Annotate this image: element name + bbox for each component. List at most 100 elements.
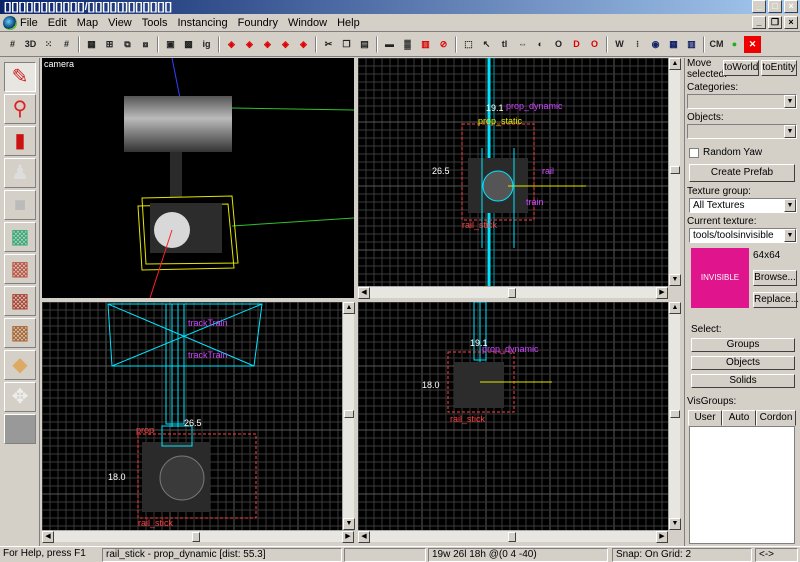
path-tool-icon[interactable] <box>4 414 36 444</box>
texture-group-combo[interactable]: All Textures ▼ <box>689 198 797 213</box>
side-viewport[interactable]: 19.1 prop_dynamic 18.0 rail_stick <box>358 302 668 530</box>
run-map-icon[interactable]: ▬ <box>381 36 398 53</box>
scroll-up-icon[interactable]: ▲ <box>669 302 681 314</box>
tab-cordon[interactable]: Cordon <box>756 410 796 426</box>
scroll-thumb[interactable] <box>192 532 200 542</box>
front-hscroll[interactable]: ◀ ▶ <box>42 530 354 543</box>
doc-restore-button[interactable]: ❐ <box>768 16 782 29</box>
cube-red-icon[interactable]: ◈ <box>223 36 240 53</box>
clip-icon[interactable]: ◐ <box>532 36 549 53</box>
copy-icon[interactable]: ❐ <box>338 36 355 53</box>
scroll-thumb[interactable] <box>508 532 516 542</box>
decal-tool-icon[interactable]: ▩ <box>4 286 36 316</box>
doc-close-button[interactable]: × <box>784 16 798 29</box>
cut-icon[interactable]: ✂ <box>320 36 337 53</box>
top-viewport[interactable]: 19.1 prop_dynamic prop_static 26.5 rail … <box>358 58 668 286</box>
front-vscroll[interactable]: ▲ ▼ <box>342 302 355 530</box>
hash-grid-icon[interactable]: # <box>58 36 75 53</box>
arrows-icon[interactable]: ⇔ <box>514 36 531 53</box>
random-yaw-checkbox[interactable] <box>689 148 699 158</box>
overlay-tool-icon[interactable]: ▩ <box>4 318 36 348</box>
scroll-left-icon[interactable]: ◀ <box>42 531 54 543</box>
texture-lock-icon[interactable]: ▩ <box>180 36 197 53</box>
no-entry-icon[interactable]: ⊘ <box>435 36 452 53</box>
block-tool-icon[interactable]: ■ <box>4 190 36 220</box>
grid-icon[interactable]: # <box>4 36 21 53</box>
sphere-icon[interactable]: ◉ <box>647 36 664 53</box>
top-vscroll[interactable]: ▲ ▼ <box>668 58 681 286</box>
menu-instancing[interactable]: Instancing <box>177 16 227 30</box>
menu-file[interactable]: File <box>20 16 38 30</box>
entity-tool-icon[interactable]: ♟ <box>4 158 36 188</box>
categories-combo[interactable]: ▼ <box>687 94 797 109</box>
toggle-models-icon[interactable]: ▓ <box>399 36 416 53</box>
menu-help[interactable]: Help <box>337 16 360 30</box>
to-entity-button[interactable]: toEntity <box>761 60 797 76</box>
apply-texture-icon[interactable]: ▩ <box>4 254 36 284</box>
scroll-right-icon[interactable]: ▶ <box>342 531 354 543</box>
replace-button[interactable]: Replace... <box>753 292 799 308</box>
scroll-right-icon[interactable]: ▶ <box>656 531 668 543</box>
tab-auto[interactable]: Auto <box>722 410 756 426</box>
scroll-down-icon[interactable]: ▼ <box>669 518 681 530</box>
grid-cube-icon[interactable]: ▦ <box>665 36 682 53</box>
solids-button[interactable]: Solids <box>691 374 795 388</box>
maximize-button[interactable]: □ <box>768 0 782 13</box>
vertex-tool-icon[interactable]: ✥ <box>4 382 36 412</box>
dropdown-arrow-icon[interactable]: ▼ <box>784 125 796 138</box>
hide-icon[interactable]: ▣ <box>162 36 179 53</box>
menu-foundry[interactable]: Foundry <box>238 16 278 30</box>
doc-minimize-button[interactable]: _ <box>752 16 766 29</box>
ungroup-icon[interactable]: ⧈ <box>137 36 154 53</box>
carve-icon[interactable]: ⊞ <box>101 36 118 53</box>
menu-edit[interactable]: Edit <box>48 16 67 30</box>
cube-red-4-icon[interactable]: ◈ <box>277 36 294 53</box>
texture-preview[interactable]: INVISIBLE <box>691 248 749 308</box>
menu-view[interactable]: View <box>108 16 132 30</box>
ow-icon[interactable]: O <box>586 36 603 53</box>
groups-button[interactable]: Groups <box>691 338 795 352</box>
current-texture-combo[interactable]: tools/toolsinvisible ▼ <box>689 228 797 243</box>
front-viewport[interactable]: trackTrain trackTrain 26.5 prop 18.0 rai… <box>42 302 342 530</box>
cm-icon[interactable]: CM <box>708 36 725 53</box>
cube-red-3-icon[interactable]: ◈ <box>259 36 276 53</box>
camera-tool-icon[interactable]: ▮ <box>4 126 36 156</box>
menu-window[interactable]: Window <box>288 16 327 30</box>
visgroups-list[interactable] <box>689 426 795 544</box>
camera-viewport[interactable]: camera <box>42 58 354 298</box>
bars-icon[interactable]: ▥ <box>683 36 700 53</box>
side-hscroll[interactable]: ◀ ▶ <box>358 530 668 543</box>
leaf-icon[interactable]: ● <box>726 36 743 53</box>
cube-red-2-icon[interactable]: ◈ <box>241 36 258 53</box>
box-select-icon[interactable]: ⬚ <box>460 36 477 53</box>
scroll-left-icon[interactable]: ◀ <box>358 531 370 543</box>
cursor-icon[interactable]: ↖ <box>478 36 495 53</box>
dropdown-arrow-icon[interactable]: ▼ <box>784 95 796 108</box>
minimize-button[interactable]: _ <box>752 0 766 13</box>
texture-application-icon[interactable]: ▩ <box>4 222 36 252</box>
menu-tools[interactable]: Tools <box>142 16 168 30</box>
dots-icon[interactable]: ⁝ <box>629 36 646 53</box>
dropdown-arrow-icon[interactable]: ▼ <box>784 199 796 212</box>
dropdown-arrow-icon[interactable]: ▼ <box>784 229 796 242</box>
objects-button[interactable]: Objects <box>691 356 795 370</box>
cube-red-5-icon[interactable]: ◈ <box>295 36 312 53</box>
scroll-thumb[interactable] <box>344 410 354 418</box>
scroll-right-icon[interactable]: ▶ <box>656 287 668 299</box>
clipping-tool-icon[interactable]: ◆ <box>4 350 36 380</box>
magnify-tool-icon[interactable]: ⚲ <box>4 94 36 124</box>
scroll-thumb[interactable] <box>670 166 680 174</box>
ig-icon[interactable]: ig <box>198 36 215 53</box>
objects-combo[interactable]: ▼ <box>687 124 797 139</box>
browse-button[interactable]: Browse... <box>753 270 797 286</box>
tl-icon[interactable]: tl <box>496 36 513 53</box>
toggle-red-icon[interactable]: ▥ <box>417 36 434 53</box>
scroll-up-icon[interactable]: ▲ <box>343 302 355 314</box>
create-prefab-button[interactable]: Create Prefab <box>689 164 795 182</box>
dots-grid-icon[interactable]: ⁙ <box>40 36 57 53</box>
scroll-up-icon[interactable]: ▲ <box>669 58 681 70</box>
to-world-button[interactable]: toWorld <box>723 60 759 76</box>
no-draw-icon[interactable]: ✕ <box>744 36 761 53</box>
scroll-left-icon[interactable]: ◀ <box>358 287 370 299</box>
ob-icon[interactable]: O <box>550 36 567 53</box>
